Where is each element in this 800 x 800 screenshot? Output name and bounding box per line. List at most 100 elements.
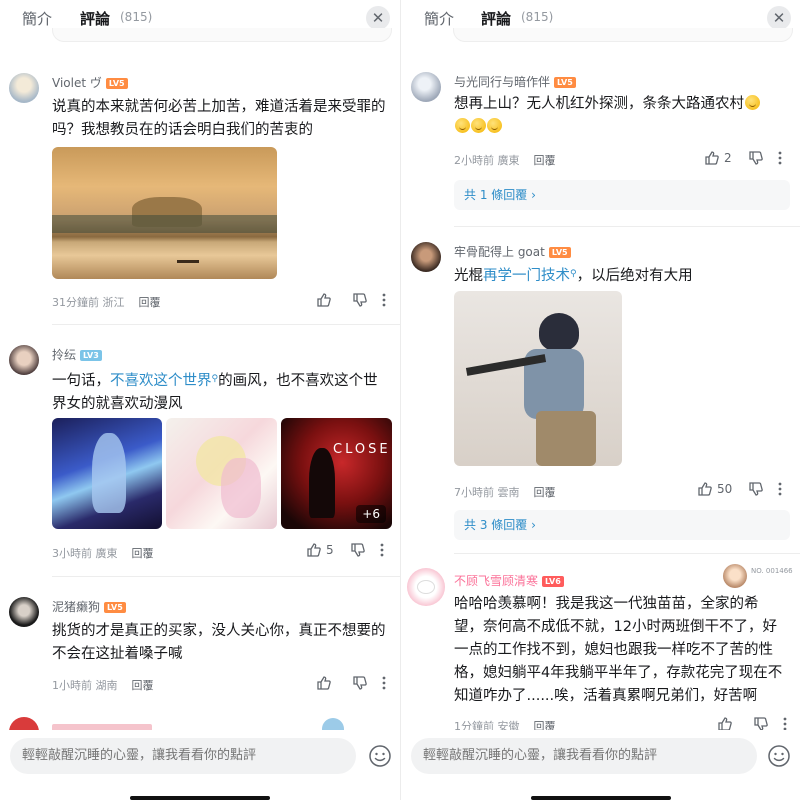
level-badge: LV5 (548, 247, 571, 258)
comment-input[interactable] (411, 738, 757, 774)
comment-actions (316, 675, 386, 691)
thread-label: 共 3 條回覆 (464, 518, 528, 532)
search-icon: ⚲ (570, 269, 577, 279)
level-badge: LV5 (554, 77, 576, 88)
home-indicator (130, 796, 270, 800)
more-icon[interactable] (778, 482, 782, 496)
thumbs-up-icon[interactable] (316, 292, 332, 308)
medal-avatar (723, 564, 747, 588)
comment-actions: 50 (697, 481, 782, 497)
text-segment: ，以后绝对有大用 (576, 268, 693, 284)
location: 湖南 (95, 679, 118, 692)
username-text: 牢骨配得上 goat (454, 245, 545, 259)
like-count: 50 (717, 482, 733, 496)
comment-actions: 2 (704, 150, 782, 166)
avatar[interactable] (411, 242, 441, 272)
reply-button[interactable]: 回覆 (534, 154, 556, 167)
thumbs-down-icon[interactable] (352, 292, 368, 308)
username-text: Violet ヴ (52, 76, 102, 90)
username[interactable]: 与光同行与暗作伴 LV5 (454, 73, 576, 90)
figure-legs-shape (536, 411, 596, 466)
comment-actions: 5 (306, 542, 384, 558)
rofl-emoji-icon (745, 95, 760, 110)
fan-medal-badge[interactable]: NO. 001466 (723, 564, 799, 590)
reply-button[interactable]: 回覆 (534, 486, 556, 499)
tab-comments[interactable]: 評論 (481, 8, 511, 37)
figure-head-shape (539, 313, 579, 351)
figure-shape (221, 458, 261, 518)
thumbs-down-icon[interactable] (350, 542, 366, 558)
reply-button[interactable]: 回覆 (139, 296, 161, 309)
avatar[interactable] (407, 568, 445, 606)
level-badge: LV6 (542, 576, 564, 587)
avatar[interactable] (411, 72, 441, 102)
comment-image[interactable]: CLOSE +6 (281, 418, 392, 529)
username[interactable]: 牢骨配得上 goat LV5 (454, 243, 571, 260)
tab-bar: 簡介 評論 (815) ✕ (401, 0, 800, 42)
tab-intro[interactable]: 簡介 (424, 8, 454, 29)
medal-number: NO. 001466 (751, 567, 793, 575)
comment-meta: 7小時前 雲南 回覆 (454, 484, 556, 500)
comment-text: 挑货的才是真正的买家，没人关心你，真正不想要的不会在这扯着嗓子喊 (52, 623, 386, 662)
avatar[interactable] (9, 73, 39, 103)
reply-thread-link[interactable]: 共 1 條回覆 › (454, 180, 790, 210)
tab-comments-label: 評論 (80, 10, 111, 28)
more-icon[interactable] (382, 676, 386, 690)
comment-image[interactable] (166, 418, 277, 529)
comment-count: (815) (521, 10, 554, 24)
username[interactable]: 拎纭 LV3 (52, 346, 102, 363)
tab-comments[interactable]: 評論 (80, 8, 111, 37)
comment-image[interactable] (52, 147, 277, 279)
thumbs-up-icon[interactable] (697, 481, 713, 497)
comment-meta: 3小時前 廣東 回覆 (52, 545, 154, 561)
thumbs-down-icon[interactable] (352, 675, 368, 691)
username[interactable]: Violet ヴ LV5 (52, 74, 128, 91)
more-icon[interactable] (380, 543, 384, 557)
comment-meta: 2小時前 廣東 回覆 (454, 152, 556, 168)
username-text: 泥猪癞狗 (52, 600, 101, 614)
close-icon[interactable]: ✕ (767, 6, 791, 30)
image-caption: CLOSE (333, 442, 391, 457)
text-segment: 想再上山？无人机红外探测，条条大路通农村 (454, 96, 744, 112)
location: 廣東 (95, 547, 118, 560)
emoji-icon[interactable] (368, 744, 392, 768)
location: 雲南 (497, 486, 520, 499)
reply-button[interactable]: 回覆 (132, 679, 154, 692)
comment-meta: 1小時前 湖南 回覆 (52, 677, 154, 693)
thumbs-up-icon[interactable] (306, 542, 322, 558)
more-icon[interactable] (783, 717, 787, 731)
username-text: 不顾飞雪顾清寒 (454, 574, 539, 588)
tab-intro[interactable]: 簡介 (22, 8, 52, 29)
figure-shape (92, 433, 126, 513)
username[interactable]: 泥猪癞狗 LV5 (52, 598, 126, 615)
comment-text: 哈哈哈羡慕啊！我是我这一代独苗苗，全家的希望，奈何高不成低不就，12小时两班倒干… (454, 596, 783, 704)
search-link[interactable]: 再学一门技术 (483, 268, 570, 284)
avatar[interactable] (9, 597, 39, 627)
reply-button[interactable]: 回覆 (132, 547, 154, 560)
thumbs-down-icon[interactable] (748, 481, 764, 497)
thumbs-up-icon[interactable] (704, 150, 720, 166)
reply-thread-link[interactable]: 共 3 條回覆 › (454, 510, 790, 540)
close-icon[interactable]: ✕ (366, 6, 390, 30)
comment-input-bar (401, 730, 800, 800)
username[interactable]: 不顾飞雪顾清寒 LV6 (454, 572, 564, 589)
thumbs-up-icon[interactable] (316, 675, 332, 691)
divider (454, 226, 800, 227)
timestamp: 3小時前 (52, 547, 92, 560)
thumbs-down-icon[interactable] (748, 150, 764, 166)
more-icon[interactable] (778, 151, 782, 165)
comment-image[interactable] (454, 291, 622, 466)
comment-actions (316, 292, 386, 308)
comment-meta: 31分鐘前 浙江 回覆 (52, 294, 161, 310)
more-images-badge[interactable]: +6 (356, 505, 386, 523)
comment-text: 说真的本来就苦何必苦上加苦，难道活着是来受罪的吗？我想教员在的话会明白我们的苦衷… (52, 99, 386, 138)
search-link[interactable]: 不喜欢这个世界 (110, 373, 212, 389)
more-icon[interactable] (382, 293, 386, 307)
comment-input[interactable] (10, 738, 356, 774)
avatar[interactable] (9, 345, 39, 375)
comment-image[interactable] (52, 418, 162, 529)
level-badge: LV3 (80, 350, 102, 361)
rofl-emoji-icon (471, 118, 486, 133)
treeline-shape (52, 215, 277, 233)
emoji-icon[interactable] (767, 744, 791, 768)
